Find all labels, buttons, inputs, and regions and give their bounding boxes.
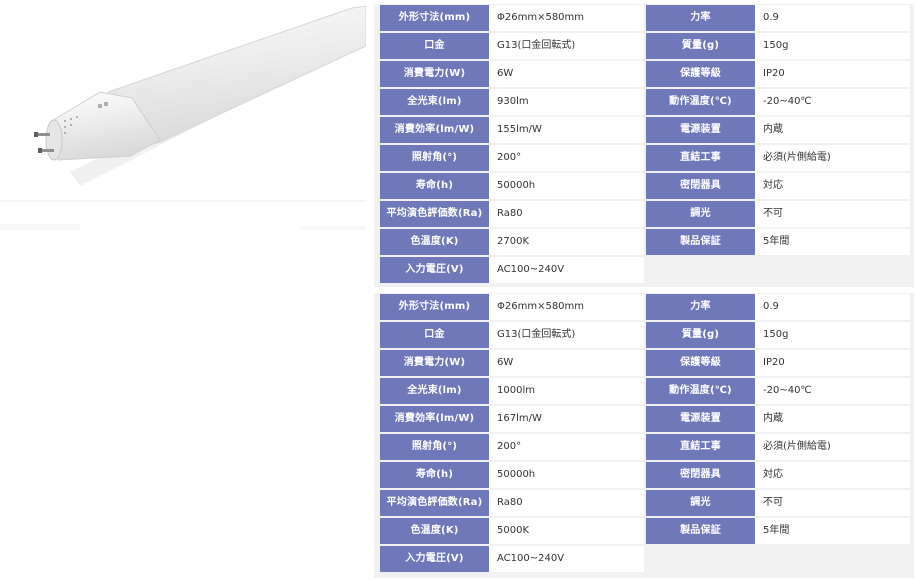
- spec-label: 色温度(K): [380, 518, 489, 544]
- spec-label: 寿命(h): [380, 173, 489, 199]
- spec-label: 質量(g): [646, 322, 755, 348]
- spec-label: 力率: [646, 5, 755, 31]
- spec-value: 50000h: [489, 173, 644, 199]
- spec-value: AC100~240V: [489, 257, 644, 283]
- spec-value: 2700K: [489, 229, 644, 255]
- spec-value: 167lm/W: [489, 406, 644, 432]
- spec-value: 対応: [755, 462, 910, 488]
- spec-label: 動作温度(℃): [646, 378, 755, 404]
- spec-label: 照射角(°): [380, 434, 489, 460]
- spec-label: 力率: [646, 294, 755, 320]
- spec-value: 6W: [489, 61, 644, 87]
- spec-value: Φ26mm×580mm: [489, 294, 644, 320]
- spec-label: 製品保証: [646, 229, 755, 255]
- spec-value: 不可: [755, 201, 910, 227]
- spec-label: 平均演色評価数(Ra): [380, 490, 489, 516]
- spec-label: 消費電力(W): [380, 350, 489, 376]
- spec-value: 必須(片側給電): [755, 145, 910, 171]
- spec-value: 200°: [489, 434, 644, 460]
- spec-label: 保護等級: [646, 61, 755, 87]
- spec-value: IP20: [755, 61, 910, 87]
- spec-label: 平均演色評価数(Ra): [380, 201, 489, 227]
- product-photo: [0, 0, 367, 290]
- spec-label: 口金: [380, 322, 489, 348]
- spec-label: 消費効率(lm/W): [380, 406, 489, 432]
- spec-value: 5年間: [755, 229, 910, 255]
- spec-label: 動作温度(℃): [646, 89, 755, 115]
- spec-label: 直結工事: [646, 145, 755, 171]
- spec-label: 全光束(lm): [380, 89, 489, 115]
- spec-value: 不可: [755, 490, 910, 516]
- spec-value: Ra80: [489, 490, 644, 516]
- spec-value: 1000lm: [489, 378, 644, 404]
- spec-label: 電源装置: [646, 406, 755, 432]
- led-tube-illustration: [0, 5, 367, 230]
- spec-label: 製品保証: [646, 518, 755, 544]
- spec-label: 外形寸法(mm): [380, 294, 489, 320]
- spec-value: Φ26mm×580mm: [489, 5, 644, 31]
- spec-value: IP20: [755, 350, 910, 376]
- spec-label: 外形寸法(mm): [380, 5, 489, 31]
- spec-label: 調光: [646, 490, 755, 516]
- spec-label: 保護等級: [646, 350, 755, 376]
- spec-value: -20~40℃: [755, 378, 910, 404]
- spec-value: 5000K: [489, 518, 644, 544]
- spec-value: AC100~240V: [489, 546, 644, 572]
- spec-table-1: 外形寸法(mm) Φ26mm×580mm 力率 0.9 口金 G13(口金回転式…: [374, 4, 914, 287]
- spec-label: 入力電圧(V): [380, 257, 489, 283]
- spec-label: 消費効率(lm/W): [380, 117, 489, 143]
- spec-value: 対応: [755, 173, 910, 199]
- spec-value: 930lm: [489, 89, 644, 115]
- spec-label: 消費電力(W): [380, 61, 489, 87]
- spec-value: 6W: [489, 350, 644, 376]
- spec-value: 必須(片側給電): [755, 434, 910, 460]
- spec-label: 寿命(h): [380, 462, 489, 488]
- spec-label: 全光束(lm): [380, 378, 489, 404]
- spec-value: G13(口金回転式): [489, 33, 644, 59]
- spec-value: 0.9: [755, 294, 910, 320]
- spec-value: 0.9: [755, 5, 910, 31]
- spec-label: 電源装置: [646, 117, 755, 143]
- spec-value: 50000h: [489, 462, 644, 488]
- spec-label: 照射角(°): [380, 145, 489, 171]
- spec-label: 密閉器具: [646, 173, 755, 199]
- spec-label: 口金: [380, 33, 489, 59]
- spec-value: 5年間: [755, 518, 910, 544]
- spec-label: 質量(g): [646, 33, 755, 59]
- spec-table-2: 外形寸法(mm) Φ26mm×580mm 力率 0.9 口金 G13(口金回転式…: [374, 293, 914, 578]
- spec-value: 150g: [755, 322, 910, 348]
- spec-value: 内蔵: [755, 117, 910, 143]
- spec-value: -20~40℃: [755, 89, 910, 115]
- spec-label: 密閉器具: [646, 462, 755, 488]
- spec-label: 調光: [646, 201, 755, 227]
- spec-value: 155lm/W: [489, 117, 644, 143]
- spec-value: 内蔵: [755, 406, 910, 432]
- spec-value: 200°: [489, 145, 644, 171]
- spec-label: 直結工事: [646, 434, 755, 460]
- spec-value: Ra80: [489, 201, 644, 227]
- spec-value: 150g: [755, 33, 910, 59]
- spec-label: 入力電圧(V): [380, 546, 489, 572]
- spec-value: G13(口金回転式): [489, 322, 644, 348]
- spec-label: 色温度(K): [380, 229, 489, 255]
